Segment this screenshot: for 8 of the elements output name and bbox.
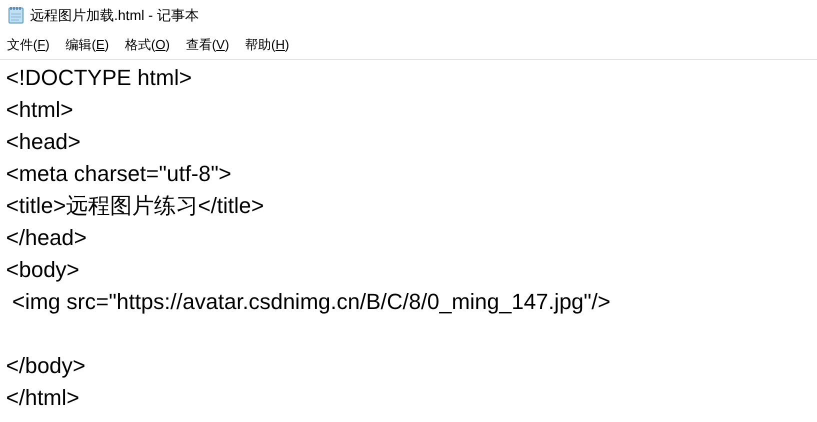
- menu-item[interactable]: 编辑(E): [64, 34, 110, 54]
- menu-item[interactable]: 查看(V): [184, 34, 230, 54]
- window-title: 远程图片加载.html - 记事本: [30, 6, 199, 24]
- menu-item[interactable]: 文件(F): [6, 34, 51, 54]
- notepad-icon: [8, 6, 24, 24]
- editor-text[interactable]: <!DOCTYPE html> <html> <head> <meta charset="utf-8"> <title>远程图片练习</title> </head> <body> <img src="https://avatar.csdnimg.cn/B/C/8/0_ming_147.jpg"/> </body> </html>: [6, 62, 610, 414]
- menu-item[interactable]: 帮助(H): [244, 34, 290, 54]
- menu-item[interactable]: 格式(O): [124, 34, 171, 54]
